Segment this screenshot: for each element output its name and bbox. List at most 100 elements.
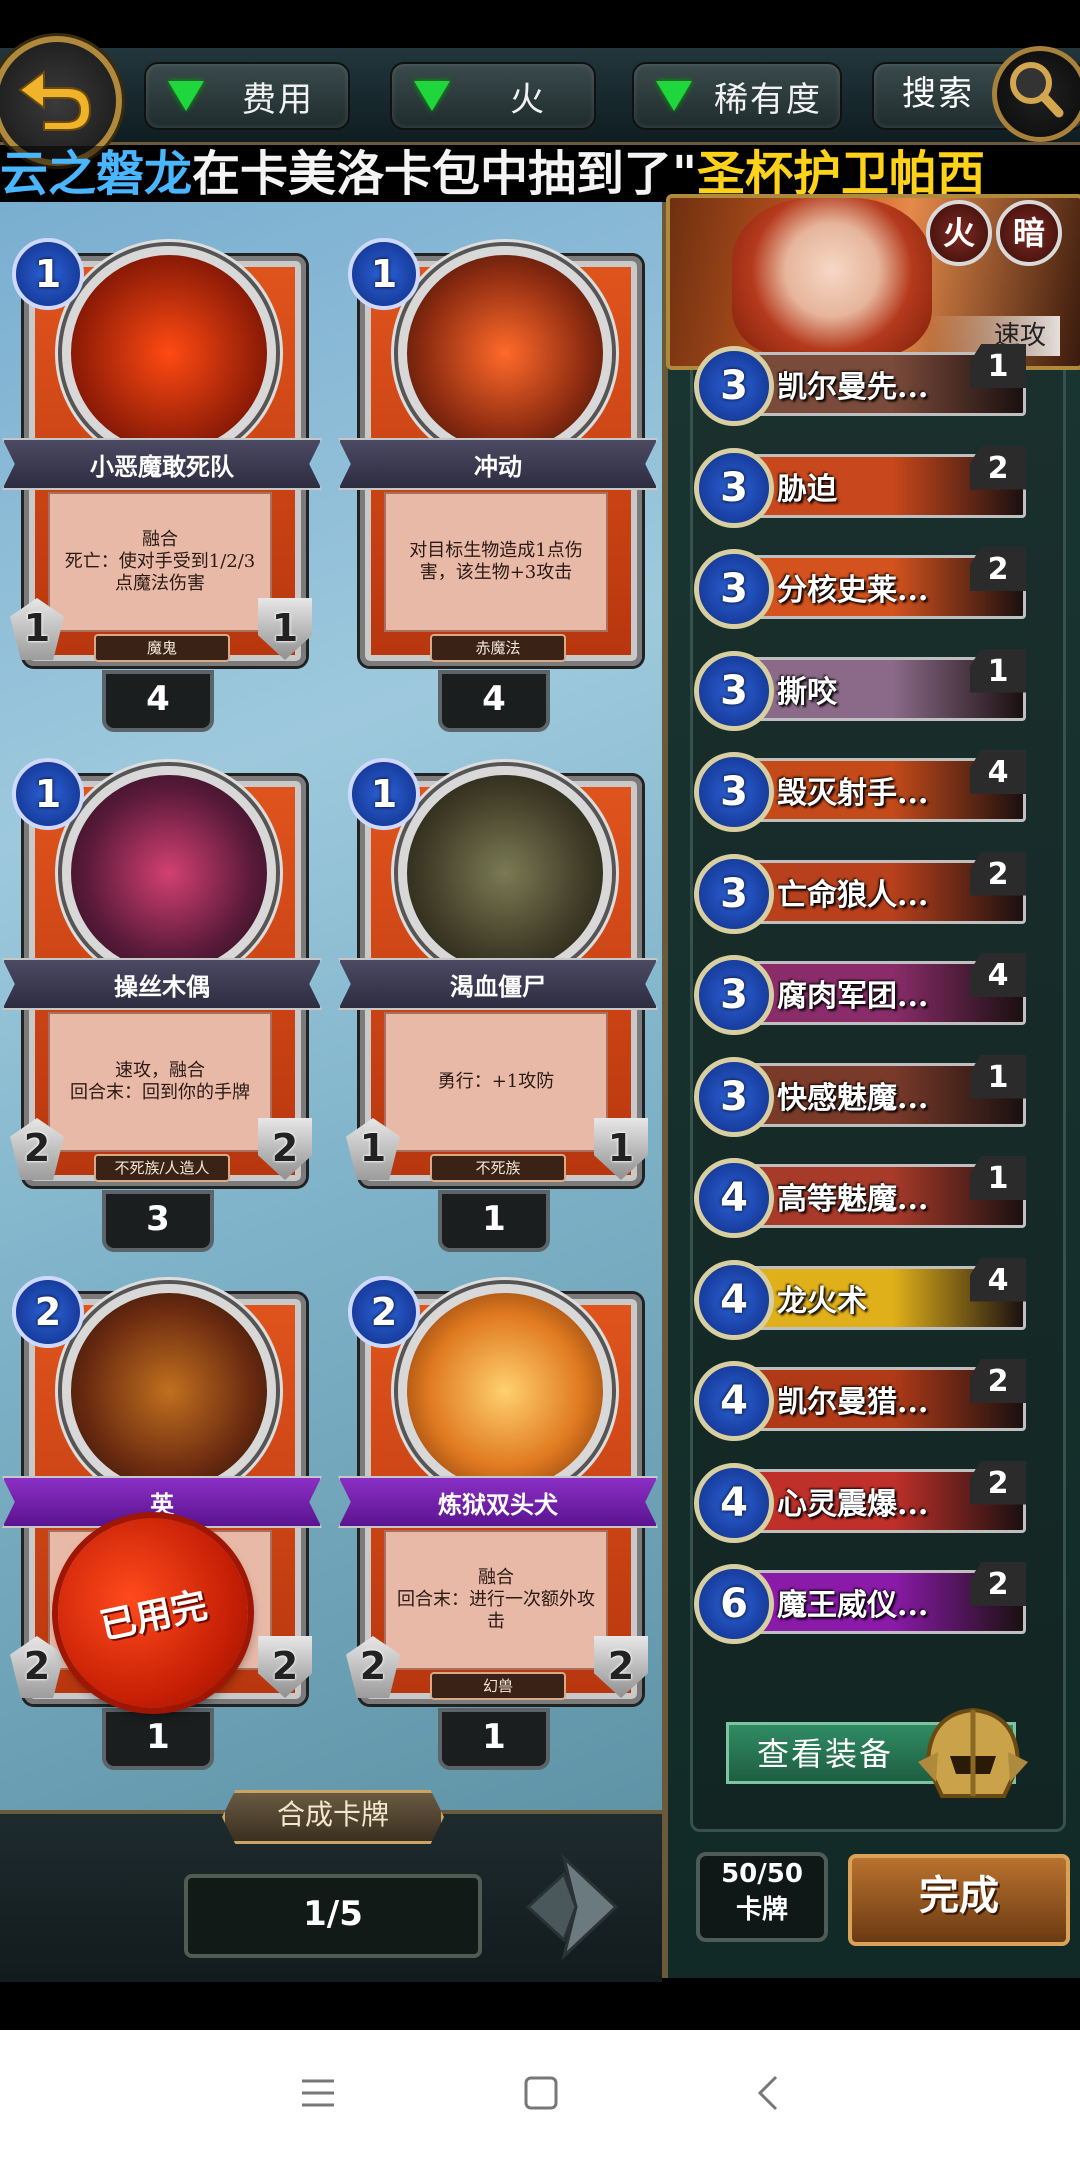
deck-card-count: 50/50 卡牌 — [696, 1852, 828, 1942]
deck-card-row[interactable]: 心灵震爆... 4 2 — [694, 1460, 1030, 1543]
card-owned-count: 1 — [102, 1708, 214, 1770]
dropdown-triangle-icon — [168, 81, 204, 111]
card-owned-count: 1 — [438, 1190, 550, 1252]
hero-art — [732, 198, 932, 358]
card-tribe: 幻兽 — [430, 1672, 566, 1700]
card-tribe: 不死族/人造人 — [94, 1154, 230, 1182]
element-filter-label: 火 — [510, 79, 546, 120]
marquee-message: 在卡美洛卡包中抽到了" — [192, 146, 698, 202]
card-description: 速攻，融合 回合末：回到你的手牌 — [48, 1012, 272, 1152]
deck-card-row[interactable]: 撕咬 3 1 — [694, 648, 1030, 731]
card-tribe: 魔鬼 — [94, 634, 230, 662]
dark-element-badge: 暗 — [996, 200, 1062, 266]
card-art — [398, 1284, 612, 1498]
system-navigation-bar — [0, 2030, 1080, 2160]
deck-card-name: 凯尔曼猎... — [777, 1385, 929, 1420]
card-name: 操丝木偶 — [2, 958, 322, 1010]
card-cost: 2 — [348, 1276, 420, 1348]
card-cost: 1 — [12, 758, 84, 830]
back-nav-icon[interactable] — [756, 2074, 780, 2112]
deck-card-row[interactable]: 毁灭射手... 3 4 — [694, 750, 1030, 832]
done-button[interactable]: 完成 — [848, 1854, 1070, 1946]
deck-card-mana: 4 — [694, 1462, 774, 1543]
deck-card-row[interactable]: 分核史莱... 3 2 — [694, 547, 1030, 629]
fire-element-badge: 火 — [926, 200, 992, 266]
deck-card-mana: 4 — [694, 1158, 774, 1238]
deck-card-mana: 4 — [694, 1361, 774, 1441]
deck-card-quantity: 4 — [970, 750, 1026, 794]
deck-card-mana: 3 — [694, 650, 774, 731]
card-tile[interactable]: 小恶魔敢死队 融合 死亡：使对手受到1/2/3点魔法伤害 魔鬼 1 1 1 4 — [2, 238, 322, 732]
deck-card-name: 腐肉军团... — [777, 979, 929, 1014]
deck-card-name: 魔王威仪... — [777, 1588, 929, 1623]
deck-card-name: 分核史莱... — [777, 573, 929, 608]
deck-card-row[interactable]: 腐肉军团... 3 4 — [694, 953, 1030, 1035]
home-icon[interactable] — [524, 2076, 558, 2110]
deck-card-row[interactable]: 凯尔曼猎... 4 2 — [694, 1359, 1030, 1441]
deck-card-quantity: 2 — [970, 1359, 1026, 1403]
deck-card-quantity: 2 — [970, 445, 1026, 490]
deck-card-name: 亡命狼人... — [777, 877, 929, 913]
deck-count-label: 卡牌 — [735, 1895, 788, 1925]
deck-card-quantity: 1 — [970, 1054, 1026, 1099]
rarity-filter-dropdown[interactable]: 稀有度 — [632, 62, 842, 130]
element-filter-dropdown[interactable]: 火 — [390, 62, 596, 130]
helmet-icon[interactable] — [908, 1696, 1038, 1816]
card-art — [62, 766, 276, 980]
card-art — [62, 246, 276, 460]
deck-card-row[interactable]: 胁迫 3 2 — [694, 445, 1030, 528]
card-tile[interactable]: 冲动 对目标生物造成1点伤害，该生物+3攻击 赤魔法 1 4 — [338, 238, 658, 732]
deck-card-row[interactable]: 高等魅魔... 4 1 — [694, 1156, 1030, 1238]
marquee-player-name: 云之磐龙 — [0, 146, 193, 202]
card-owned-count: 4 — [438, 670, 550, 732]
card-cost: 1 — [348, 238, 420, 310]
deck-card-mana: 6 — [694, 1564, 774, 1644]
back-arrow-icon — [18, 70, 92, 131]
menu-icon[interactable] — [300, 2078, 336, 2108]
deck-card-row[interactable]: 快感魅魔... 3 1 — [694, 1054, 1030, 1137]
card-cost: 2 — [12, 1276, 84, 1348]
card-tile[interactable]: 渴血僵尸 勇行：+1攻防 不死族 1 1 1 1 — [338, 758, 658, 1252]
card-name: 小恶魔敢死队 — [2, 438, 322, 490]
search-label[interactable]: 搜索 — [902, 66, 974, 115]
card-owned-count: 3 — [102, 1190, 214, 1252]
dropdown-triangle-icon — [656, 81, 692, 111]
deck-card-quantity: 2 — [970, 1562, 1026, 1606]
deck-card-mana: 3 — [694, 1056, 774, 1137]
rarity-filter-label: 稀有度 — [714, 79, 822, 120]
card-owned-count: 1 — [438, 1708, 550, 1770]
deck-card-mana: 3 — [694, 752, 774, 832]
card-description: 融合 死亡：使对手受到1/2/3点魔法伤害 — [48, 492, 272, 632]
deck-card-name: 快感魅魔... — [777, 1080, 929, 1116]
deck-card-mana: 4 — [694, 1259, 774, 1340]
card-tile[interactable]: 炼狱双头犬 融合 回合末：进行一次额外攻击 幻兽 2 2 2 1 — [338, 1276, 658, 1770]
craft-cards-button[interactable]: 合成卡牌 — [222, 1790, 444, 1844]
deck-card-quantity: 4 — [970, 953, 1026, 997]
page-indicator: 1/5 — [184, 1874, 482, 1958]
deck-card-quantity: 1 — [970, 344, 1026, 388]
cost-filter-dropdown[interactable]: 费用 — [144, 62, 350, 130]
dropdown-triangle-icon — [414, 81, 450, 111]
card-tribe: 不死族 — [430, 1154, 566, 1182]
deck-card-row[interactable]: 凯尔曼先... 3 1 — [694, 344, 1030, 426]
magnifier-icon — [1010, 62, 1064, 118]
search-button[interactable] — [992, 46, 1080, 142]
deck-card-mana: 3 — [694, 853, 774, 934]
card-art — [398, 766, 612, 980]
next-page-button[interactable] — [524, 1852, 620, 1962]
deck-card-quantity: 4 — [970, 1257, 1026, 1302]
card-tribe: 赤魔法 — [430, 634, 566, 662]
deck-card-row[interactable]: 亡命狼人... 3 2 — [694, 851, 1030, 934]
deck-card-mana: 3 — [694, 549, 774, 629]
deck-card-row[interactable]: 龙火术 4 4 — [694, 1257, 1030, 1340]
card-name: 炼狱双头犬 — [338, 1476, 658, 1528]
card-cost: 1 — [12, 238, 84, 310]
deck-card-quantity: 1 — [970, 1156, 1026, 1200]
deck-card-quantity: 2 — [970, 547, 1026, 591]
deck-card-quantity: 1 — [970, 648, 1026, 693]
deck-card-row[interactable]: 魔王威仪... 6 2 — [694, 1562, 1030, 1644]
card-tile[interactable]: 操丝木偶 速攻，融合 回合末：回到你的手牌 不死族/人造人 1 2 2 3 — [2, 758, 322, 1252]
deck-card-quantity: 2 — [970, 851, 1026, 896]
deck-card-name: 高等魅魔... — [777, 1182, 929, 1217]
deck-card-mana: 3 — [694, 346, 774, 426]
